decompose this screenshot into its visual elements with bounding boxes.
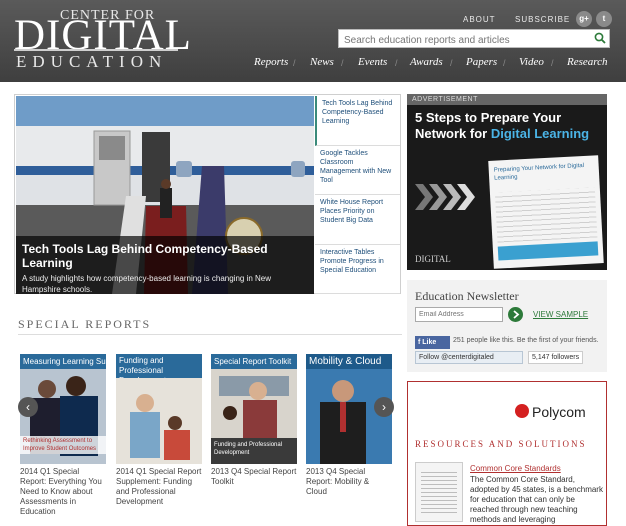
report-card[interactable]: Funding and Professional Development 201… bbox=[116, 354, 202, 507]
nav-separator: / bbox=[341, 58, 344, 68]
nav-awards[interactable]: Awards bbox=[410, 56, 443, 68]
nav-separator: / bbox=[450, 58, 453, 68]
report-cover: Special Report Toolkit Funding and Profe… bbox=[211, 354, 297, 464]
report-cover-title: Measuring Learning Success bbox=[20, 354, 106, 369]
report-card[interactable]: Mobility & Cloud 2013 Q4 Special Report:… bbox=[306, 354, 392, 497]
nav-papers[interactable]: Papers bbox=[466, 56, 497, 68]
cover-person-body bbox=[243, 400, 277, 438]
carousel-prev-button[interactable]: ‹ bbox=[18, 397, 38, 417]
newsletter-panel: Education Newsletter VIEW SAMPLE f Like … bbox=[407, 280, 607, 372]
cover-person-head bbox=[223, 406, 237, 420]
ad-brief-text-lines bbox=[494, 187, 598, 243]
thumbnail-text-lines bbox=[421, 469, 457, 513]
nav-video[interactable]: Video bbox=[519, 56, 544, 68]
facebook-like-button[interactable]: f Like bbox=[415, 336, 450, 349]
cover-tie bbox=[340, 402, 346, 432]
story-item[interactable]: Tech Tools Lag Behind Competency-Based L… bbox=[315, 96, 400, 146]
logo-divider bbox=[14, 49, 178, 51]
search-input[interactable] bbox=[339, 32, 587, 49]
report-caption[interactable]: 2013 Q4 Special Report Toolkit bbox=[211, 467, 297, 487]
site-header: CENTER FOR DIGITAL EDUCATION ABOUT SUBSC… bbox=[0, 0, 626, 82]
cover-person-body bbox=[164, 430, 190, 460]
ad-headline: 5 Steps to Prepare Your Network for Digi… bbox=[415, 110, 605, 142]
ad-brief-band bbox=[497, 241, 599, 261]
nav-separator: / bbox=[551, 58, 554, 68]
story-item[interactable]: Interactive Tables Promote Progress in S… bbox=[315, 245, 400, 294]
report-caption[interactable]: 2014 Q1 Special Report Supplement: Fundi… bbox=[116, 467, 202, 507]
carousel-next-button[interactable]: › bbox=[374, 397, 394, 417]
facebook-like-label: Like bbox=[422, 339, 437, 346]
twitter-icon[interactable]: t bbox=[596, 11, 612, 27]
report-caption[interactable]: 2014 Q1 Special Report: Everything You N… bbox=[20, 467, 106, 517]
nav-separator: / bbox=[395, 58, 398, 68]
nav-separator: / bbox=[503, 58, 506, 68]
nav-reports[interactable]: Reports bbox=[254, 56, 288, 68]
ad-headline-highlight: Digital Learning bbox=[490, 126, 590, 141]
report-cover-title: Funding and Professional Development bbox=[116, 354, 202, 378]
report-cover-subtitle: Rethinking Assessment to Improve Student… bbox=[20, 436, 106, 454]
subscribe-link[interactable]: SUBSCRIBE bbox=[515, 15, 570, 24]
story-item[interactable]: Google Tackles Classroom Management with… bbox=[315, 146, 400, 195]
story-list: Tech Tools Lag Behind Competency-Based L… bbox=[315, 96, 400, 294]
email-field[interactable] bbox=[415, 307, 503, 322]
cover-person-head bbox=[332, 380, 354, 402]
cover-person-head bbox=[168, 416, 182, 430]
search-bar bbox=[338, 29, 610, 49]
hero-caption: Tech Tools Lag Behind Competency-Based L… bbox=[16, 236, 314, 294]
sponsor-panel: Polycom RESOURCES AND SOLUTIONS Common C… bbox=[407, 381, 607, 526]
nav-events[interactable]: Events bbox=[358, 56, 387, 68]
hero-image[interactable]: Tech Tools Lag Behind Competency-Based L… bbox=[16, 96, 314, 294]
cover-person-body bbox=[130, 412, 160, 458]
facebook-like-text: 251 people like this. Be the first of yo… bbox=[453, 337, 599, 344]
hero-description: A study highlights how competency-based … bbox=[22, 274, 272, 294]
report-cover: Funding and Professional Development bbox=[116, 354, 202, 464]
google-plus-icon[interactable]: g+ bbox=[576, 11, 592, 27]
search-icon[interactable] bbox=[594, 32, 606, 44]
chevron-right-icon: › bbox=[382, 400, 386, 414]
about-link[interactable]: ABOUT bbox=[463, 15, 496, 24]
resource-description: The Common Core Standard, adopted by 45 … bbox=[470, 475, 603, 524]
polycom-logo-icon bbox=[515, 404, 529, 418]
advertisement[interactable]: ADVERTISEMENT 5 Steps to Prepare Your Ne… bbox=[407, 94, 607, 270]
newsletter-title: Education Newsletter bbox=[415, 289, 519, 303]
report-cover-subtitle: Funding and Professional Development bbox=[211, 438, 297, 464]
hero-title[interactable]: Tech Tools Lag Behind Competency-Based L… bbox=[22, 242, 308, 270]
cover-person-head bbox=[249, 382, 267, 400]
section-divider bbox=[18, 334, 402, 335]
sponsor-logo[interactable]: Polycom bbox=[532, 404, 586, 420]
special-reports-heading: SPECIAL REPORTS bbox=[18, 317, 152, 331]
resources-heading: RESOURCES AND SOLUTIONS bbox=[415, 439, 587, 449]
nav-research[interactable]: Research bbox=[567, 56, 608, 68]
ad-brief-cover: Preparing Your Network for Digital Learn… bbox=[488, 155, 604, 269]
cover-person-head bbox=[66, 376, 86, 396]
view-sample-link[interactable]: VIEW SAMPLE bbox=[533, 310, 588, 319]
report-card[interactable]: Measuring Learning Success Rethinking As… bbox=[20, 354, 106, 517]
resource-link[interactable]: Common Core Standards bbox=[470, 464, 561, 473]
twitter-follow-button[interactable]: Follow @centerdigitaled bbox=[415, 351, 523, 364]
ad-brief-title: Preparing Your Network for Digital Learn… bbox=[493, 162, 585, 182]
report-cover-title: Mobility & Cloud bbox=[306, 354, 392, 369]
logo-bottom-text: EDUCATION bbox=[16, 52, 168, 71]
report-cover-title: Special Report Toolkit bbox=[211, 354, 297, 369]
cover-person-head bbox=[136, 394, 154, 412]
featured-story-panel: Tech Tools Lag Behind Competency-Based L… bbox=[14, 94, 401, 294]
resource-thumbnail[interactable] bbox=[415, 462, 463, 522]
ad-label: ADVERTISEMENT bbox=[407, 94, 607, 105]
newsletter-submit-button[interactable] bbox=[508, 307, 523, 322]
chevron-left-icon: ‹ bbox=[26, 400, 30, 414]
twitter-follower-count: 5,147 followers bbox=[528, 351, 584, 364]
report-caption[interactable]: 2013 Q4 Special Report: Mobility & Cloud bbox=[306, 467, 392, 497]
ad-logo: DIGITAL bbox=[415, 254, 451, 264]
story-item[interactable]: White House Report Places Priority on St… bbox=[315, 195, 400, 245]
cover-person-head bbox=[38, 380, 56, 398]
arrow-right-icon bbox=[513, 310, 520, 319]
chevron-arrows-icon bbox=[415, 184, 475, 210]
report-card[interactable]: Special Report Toolkit Funding and Profe… bbox=[211, 354, 297, 487]
nav-separator: / bbox=[293, 58, 296, 68]
nav-news[interactable]: News bbox=[310, 56, 334, 68]
